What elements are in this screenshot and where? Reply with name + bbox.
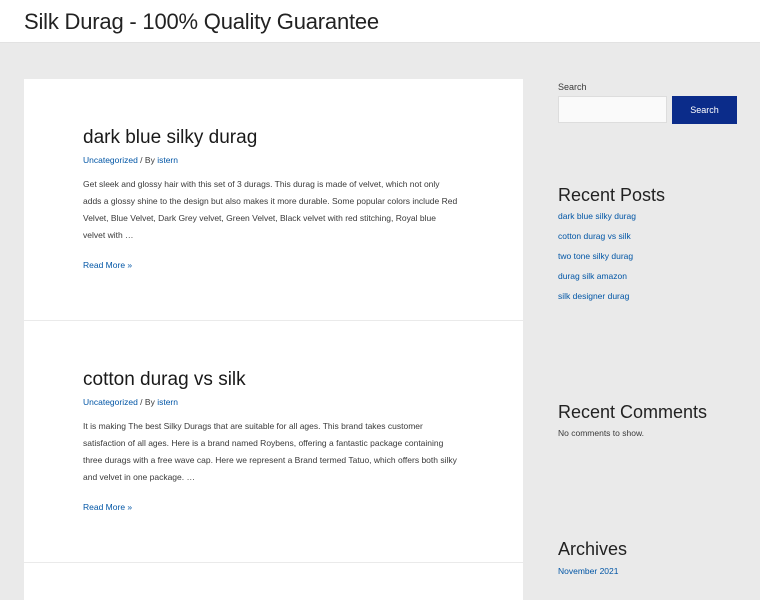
list-item: durag silk amazon [558, 268, 636, 288]
post-card: cotton durag vs silk Uncategorized / By … [24, 321, 523, 562]
recent-post-link[interactable]: two tone silky durag [558, 251, 633, 261]
recent-comments-heading: Recent Comments [558, 402, 708, 422]
post-excerpt: It is making The best Silky Durags that … [83, 421, 457, 482]
read-more-link[interactable]: Read More » [83, 260, 132, 270]
author-link[interactable]: istern [157, 397, 178, 407]
category-link[interactable]: Uncategorized [83, 397, 138, 407]
recent-post-link[interactable]: dark blue silky durag [558, 211, 636, 221]
recent-post-link[interactable]: durag silk amazon [558, 271, 627, 281]
search-input[interactable] [558, 96, 667, 123]
recent-posts-list: dark blue silky durag cotton durag vs si… [558, 208, 636, 308]
archive-link[interactable]: November 2021 [558, 566, 618, 576]
archives-heading: Archives [558, 539, 628, 559]
search-label: Search [558, 82, 587, 92]
search-button[interactable]: Search [672, 96, 737, 124]
recent-post-link[interactable]: silk designer durag [558, 291, 629, 301]
post-title-link[interactable]: cotton durag vs silk [83, 369, 246, 391]
read-more-link[interactable]: Read More » [83, 502, 132, 512]
post-excerpt: Get sleek and glossy hair with this set … [83, 179, 458, 240]
post-list: dark blue silky durag Uncategorized / By… [24, 79, 523, 600]
no-comments-text: No comments to show. [558, 428, 644, 438]
post-meta: Uncategorized / By istern [83, 397, 178, 407]
meta-separator: / By [137, 397, 158, 407]
recent-posts-heading: Recent Posts [558, 185, 666, 205]
archives-list: November 2021 [558, 563, 618, 583]
post-meta: Uncategorized / By istern [83, 155, 178, 165]
list-item: November 2021 [558, 563, 618, 583]
category-link[interactable]: Uncategorized [83, 155, 138, 165]
list-item: two tone silky durag [558, 248, 636, 268]
meta-separator: / By [137, 155, 158, 165]
list-item: dark blue silky durag [558, 208, 636, 228]
site-header: Silk Durag - 100% Quality Guarantee [0, 0, 760, 43]
list-item: cotton durag vs silk [558, 228, 636, 248]
post-title-link[interactable]: dark blue silky durag [83, 127, 257, 149]
recent-post-link[interactable]: cotton durag vs silk [558, 231, 631, 241]
author-link[interactable]: istern [157, 155, 178, 165]
sidebar: Search Search Recent Posts dark blue sil… [558, 79, 738, 600]
list-item: silk designer durag [558, 288, 636, 308]
post-card [24, 563, 523, 600]
site-title-link[interactable]: Silk Durag - 100% Quality Guarantee [24, 9, 379, 35]
post-card: dark blue silky durag Uncategorized / By… [24, 79, 523, 320]
